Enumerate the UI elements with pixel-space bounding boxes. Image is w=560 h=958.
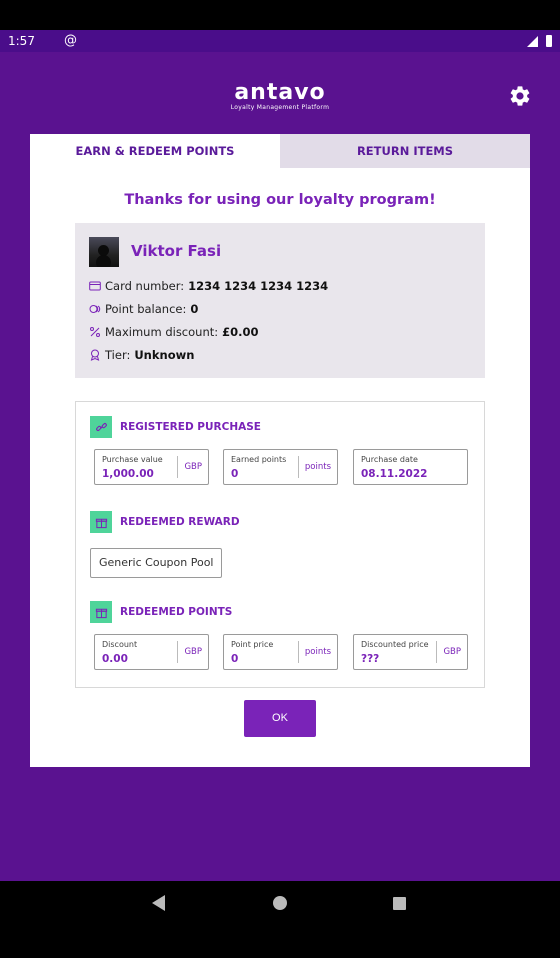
tier-value: Unknown: [134, 348, 195, 362]
point-price-value: 0: [231, 653, 239, 665]
brand-name: antavo: [234, 80, 326, 105]
purchase-date-field[interactable]: Purchase date 08.11.2022: [353, 449, 468, 485]
recent-apps-icon[interactable]: [393, 897, 406, 910]
ok-button[interactable]: OK: [244, 700, 316, 737]
earned-points-label: Earned points: [231, 455, 287, 464]
customer-name: Viktor Fasi: [131, 242, 222, 260]
max-discount-row: Maximum discount: £0.00: [89, 324, 259, 340]
discounted-price-field[interactable]: Discounted price ??? GBP: [353, 634, 468, 670]
tier-row: Tier: Unknown: [89, 347, 194, 363]
discounted-price-value: ???: [361, 653, 380, 665]
home-icon[interactable]: [273, 896, 287, 910]
card-number-value: 1234 1234 1234 1234: [188, 279, 329, 293]
redeemed-reward-title: REDEEMED REWARD: [120, 516, 240, 528]
point-balance-label: Point balance:: [105, 302, 187, 316]
back-icon[interactable]: [152, 895, 165, 911]
discount-value: 0.00: [102, 653, 128, 665]
card-number-label: Card number:: [105, 279, 185, 293]
earned-points-value: 0: [231, 468, 239, 480]
avatar: [89, 237, 119, 267]
coins-icon: [89, 305, 101, 313]
signal-icon: [527, 36, 538, 47]
purchase-value-field[interactable]: Purchase value 1,000.00 GBP: [94, 449, 209, 485]
percent-icon: [90, 327, 100, 337]
tier-label: Tier:: [105, 348, 131, 362]
purchase-value-label: Purchase value: [102, 455, 163, 464]
redeemed-points-header: REDEEMED POINTS: [90, 601, 232, 623]
discount-label: Discount: [102, 640, 138, 649]
transaction-summary: REGISTERED PURCHASE Purchase value 1,000…: [75, 401, 485, 688]
earned-points-unit: points: [297, 456, 337, 478]
registered-purchase-title: REGISTERED PURCHASE: [120, 421, 261, 433]
credit-card-icon: [89, 281, 101, 291]
gift-icon: [90, 601, 112, 623]
link-icon: [90, 416, 112, 438]
point-price-field[interactable]: Point price 0 points: [223, 634, 338, 670]
purchase-value-value: 1,000.00: [102, 468, 154, 480]
discount-unit: GBP: [177, 641, 208, 663]
redeemed-reward-header: REDEEMED REWARD: [90, 511, 240, 533]
earned-points-field[interactable]: Earned points 0 points: [223, 449, 338, 485]
discount-field[interactable]: Discount 0.00 GBP: [94, 634, 209, 670]
discounted-price-label: Discounted price: [361, 640, 429, 649]
point-balance-row: Point balance: 0: [89, 301, 198, 317]
loyalty-card-panel: EARN & REDEEM POINTS RETURN ITEMS Thanks…: [30, 134, 530, 767]
purchase-date-label: Purchase date: [361, 455, 418, 464]
max-discount-value: £0.00: [222, 325, 259, 339]
navigation-bar: [0, 881, 560, 958]
registered-purchase-header: REGISTERED PURCHASE: [90, 416, 261, 438]
coupon-pool-chip[interactable]: Generic Coupon Pool: [90, 548, 223, 578]
card-number-row: Card number: 1234 1234 1234 1234: [89, 278, 328, 294]
brand-logo: antavo Loyalty Management Platform: [230, 82, 330, 112]
purchase-value-unit: GBP: [177, 456, 208, 478]
battery-icon: [546, 35, 552, 47]
app-screen: antavo Loyalty Management Platform EARN …: [0, 52, 560, 881]
award-icon: [90, 349, 100, 361]
brand-tagline: Loyalty Management Platform: [230, 104, 330, 111]
at-sign-icon: @: [64, 33, 77, 48]
gift-icon: [90, 511, 112, 533]
point-price-label: Point price: [231, 640, 274, 649]
tab-earn-redeem-points[interactable]: EARN & REDEEM POINTS: [30, 134, 280, 168]
customer-profile: Viktor Fasi Card number: 1234 1234 1234 …: [75, 223, 485, 378]
redeemed-points-title: REDEEMED POINTS: [120, 606, 233, 618]
status-time: 1:57: [8, 34, 35, 48]
discounted-price-unit: GBP: [436, 641, 467, 663]
max-discount-label: Maximum discount:: [105, 325, 219, 339]
tab-return-items[interactable]: RETURN ITEMS: [280, 134, 530, 168]
thanks-heading: Thanks for using our loyalty program!: [124, 192, 436, 208]
status-bar: 1:57 @: [0, 30, 560, 52]
point-price-unit: points: [297, 641, 337, 663]
tab-bar: EARN & REDEEM POINTS RETURN ITEMS: [30, 134, 530, 168]
point-balance-value: 0: [190, 302, 199, 316]
purchase-date-value: 08.11.2022: [361, 468, 428, 480]
settings-gear-icon[interactable]: [508, 84, 532, 108]
